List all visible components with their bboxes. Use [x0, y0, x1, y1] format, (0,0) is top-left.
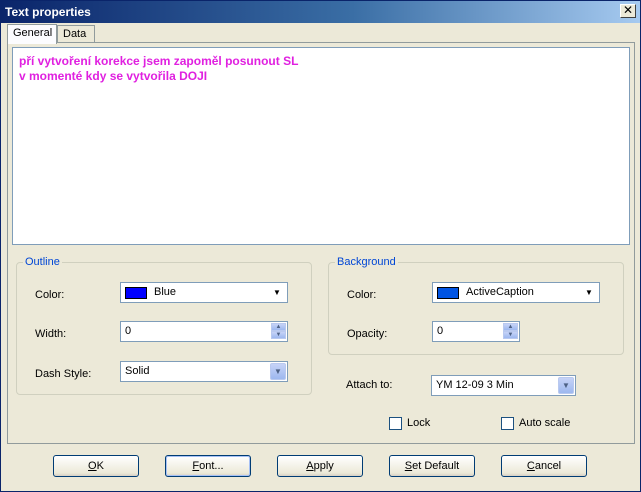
auto-scale-checkbox[interactable]	[501, 417, 514, 430]
outline-group-title: Outline	[23, 256, 62, 268]
outline-group: Outline Color: Blue ▼ Width: 0 ▲ ▼ Dash …	[16, 256, 312, 395]
outline-dash-value: Solid	[125, 365, 150, 377]
outline-width-value: 0	[125, 325, 132, 337]
lock-checkbox[interactable]	[389, 417, 402, 430]
background-color-value: ActiveCaption	[466, 286, 534, 298]
background-group: Background Color: ActiveCaption ▼ Opacit…	[328, 256, 624, 355]
outline-dash-select[interactable]: Solid ▼	[120, 361, 288, 382]
chevron-down-icon: ▼	[273, 288, 281, 297]
ok-hotkey: O	[88, 460, 97, 472]
spin-up-icon[interactable]: ▲	[271, 323, 286, 331]
background-opacity-spinner[interactable]: 0 ▲ ▼	[432, 321, 520, 342]
cancel-hotkey: C	[526, 460, 535, 472]
background-color-select[interactable]: ActiveCaption ▼	[432, 282, 600, 303]
spin-down-icon[interactable]: ▼	[503, 331, 518, 339]
chevron-down-icon[interactable]: ▼	[558, 377, 574, 394]
outline-color-select[interactable]: Blue ▼	[120, 282, 288, 303]
outline-width-label: Width:	[35, 328, 67, 340]
outline-width-spinner[interactable]: 0 ▲ ▼	[120, 321, 288, 342]
apply-hotkey: A	[306, 460, 314, 472]
auto-scale-label: Auto scale	[519, 417, 571, 429]
chevron-down-icon: ▼	[585, 288, 593, 297]
chevron-down-icon[interactable]: ▼	[270, 363, 286, 380]
outline-color-swatch	[125, 287, 147, 299]
background-color-label: Color:	[347, 289, 377, 301]
outline-width-spin[interactable]: ▲ ▼	[271, 323, 286, 340]
tab-general-label: General	[13, 27, 53, 39]
ok-label: K	[96, 460, 104, 472]
text-properties-dialog: Text properties ✕ General Data pří vytvo…	[0, 0, 641, 492]
background-opacity-value: 0	[437, 325, 444, 337]
background-opacity-spin[interactable]: ▲ ▼	[503, 323, 518, 340]
font-label: ont...	[199, 460, 224, 472]
attach-to-select[interactable]: YM 12-09 3 Min ▼	[431, 375, 576, 396]
lock-label: Lock	[407, 417, 431, 429]
close-button[interactable]: ✕	[620, 4, 636, 18]
outline-color-value: Blue	[154, 286, 177, 298]
text-line-1: pří vytvoření korekce jsem zapoměl posun…	[19, 54, 299, 68]
font-button[interactable]: Font...	[165, 455, 251, 477]
text-line-2: v momenté kdy se vytvořila DOJI	[19, 69, 208, 83]
set-default-button[interactable]: Set Default	[389, 455, 475, 477]
attach-to-label: Attach to:	[346, 379, 393, 391]
cancel-label: ancel	[534, 460, 562, 472]
spin-up-icon[interactable]: ▲	[503, 323, 518, 331]
cancel-button[interactable]: Cancel	[501, 455, 587, 477]
window-title: Text properties	[5, 5, 91, 19]
title-bar[interactable]: Text properties ✕	[1, 1, 640, 23]
ok-button[interactable]: OK	[53, 455, 139, 477]
general-tab-panel: pří vytvoření korekce jsem zapoměl posun…	[7, 42, 635, 444]
tab-general[interactable]: General	[7, 24, 57, 44]
tab-data[interactable]: Data	[57, 25, 95, 43]
tab-data-label: Data	[63, 28, 87, 40]
text-content-area[interactable]: pří vytvoření korekce jsem zapoměl posun…	[12, 47, 630, 245]
background-color-swatch	[437, 287, 459, 299]
apply-label: pply	[313, 460, 334, 472]
background-opacity-label: Opacity:	[347, 328, 388, 340]
apply-button[interactable]: Apply	[277, 455, 363, 477]
background-group-title: Background	[335, 256, 398, 268]
outline-dash-label: Dash Style:	[35, 368, 92, 380]
attach-to-value: YM 12-09 3 Min	[436, 379, 514, 391]
spin-down-icon[interactable]: ▼	[271, 331, 286, 339]
outline-color-label: Color:	[35, 289, 65, 301]
close-icon: ✕	[622, 3, 634, 17]
set-default-label: et Default	[412, 460, 460, 472]
